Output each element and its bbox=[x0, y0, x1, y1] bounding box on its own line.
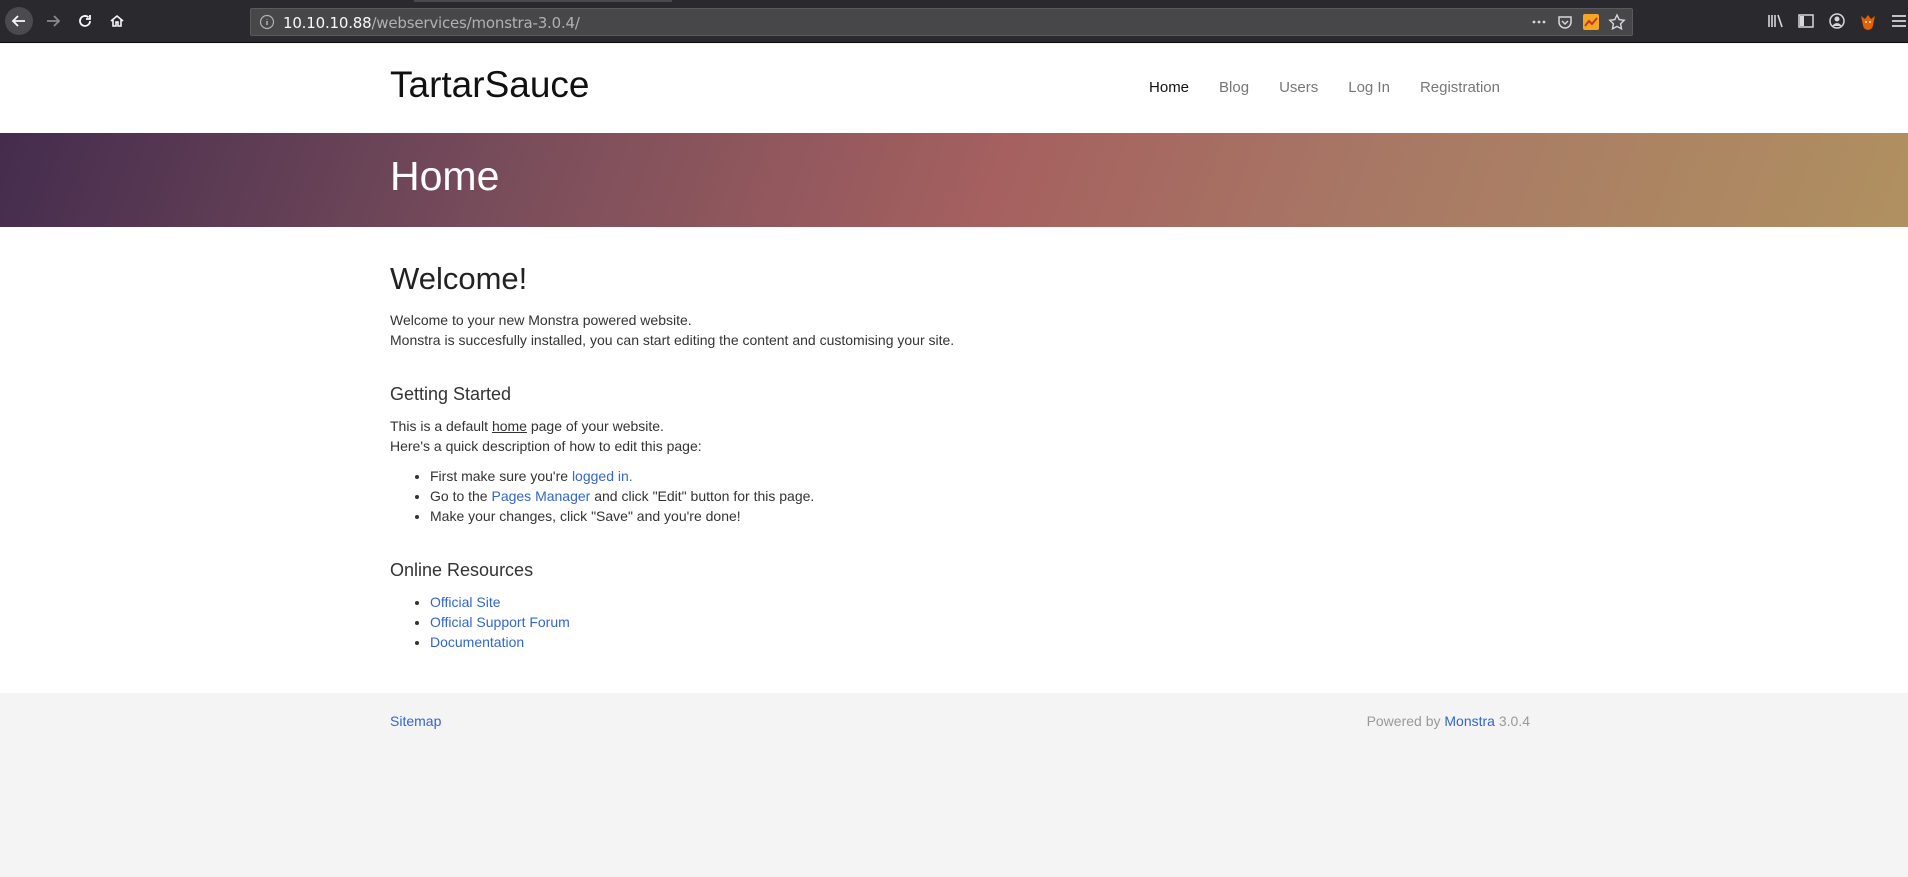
list-item: Go to the Pages Manager and click "Edit"… bbox=[430, 486, 1490, 506]
url-host: 10.10.10.88 bbox=[283, 14, 372, 32]
url-text[interactable]: 10.10.10.88/webservices/monstra-3.0.4/ bbox=[283, 14, 580, 32]
nav-blog[interactable]: Blog bbox=[1219, 79, 1249, 96]
pages-manager-link[interactable]: Pages Manager bbox=[491, 488, 590, 504]
online-resources-heading: Online Resources bbox=[390, 560, 534, 580]
main-nav: Home Blog Users Log In Registration bbox=[1149, 79, 1500, 96]
reload-button[interactable] bbox=[71, 7, 99, 35]
main-content: Welcome! Welcome to your new Monstra pow… bbox=[390, 260, 1490, 652]
text-fragment: and click "Edit" button for this page. bbox=[590, 488, 815, 504]
reload-icon bbox=[79, 15, 91, 27]
sitemap-link[interactable]: Sitemap bbox=[390, 713, 441, 729]
nav-login[interactable]: Log In bbox=[1348, 79, 1390, 96]
list-item: First make sure you're logged in. bbox=[430, 466, 1490, 486]
logged-in-link[interactable]: logged in. bbox=[572, 468, 633, 484]
list-item: Official Support Forum bbox=[430, 612, 1490, 632]
site-info-icon[interactable] bbox=[259, 14, 275, 30]
sidebar-icon[interactable] bbox=[1797, 12, 1815, 30]
site-footer: Sitemap Powered by Monstra 3.0.4 bbox=[0, 693, 1908, 877]
forward-button[interactable] bbox=[39, 7, 67, 35]
text-fragment: First make sure you're bbox=[430, 468, 572, 484]
home-icon bbox=[110, 14, 124, 27]
bookmark-star-icon[interactable] bbox=[1608, 13, 1626, 31]
intro-line-1: Welcome to your new Monstra powered webs… bbox=[390, 312, 692, 328]
support-forum-link[interactable]: Official Support Forum bbox=[430, 614, 570, 630]
nav-users[interactable]: Users bbox=[1279, 79, 1318, 96]
list-item: Make your changes, click "Save" and you'… bbox=[430, 506, 1490, 526]
resources-list: Official Site Official Support Forum Doc… bbox=[390, 592, 1490, 652]
extension-chart-icon[interactable] bbox=[1582, 13, 1600, 31]
getting-started-heading: Getting Started bbox=[390, 384, 512, 404]
home-term: home bbox=[491, 418, 527, 434]
text-fragment: Powered by bbox=[1366, 713, 1445, 729]
page-title: Home bbox=[390, 153, 500, 199]
nav-home[interactable]: Home bbox=[1149, 79, 1189, 96]
web-page: TartarSauce Home Blog Users Log In Regis… bbox=[0, 44, 1908, 877]
tab-indicator bbox=[414, 0, 672, 2]
welcome-heading: Welcome! bbox=[390, 261, 528, 296]
home-button[interactable] bbox=[103, 7, 131, 35]
browser-toolbar: 10.10.10.88/webservices/monstra-3.0.4/ bbox=[0, 0, 1908, 43]
getting-started-line-1: This is a default home page of your webs… bbox=[390, 416, 1490, 436]
menu-icon[interactable] bbox=[1890, 12, 1908, 30]
text-fragment: 3.0.4 bbox=[1494, 713, 1530, 729]
steps-list: First make sure you're logged in. Go to … bbox=[390, 466, 1490, 526]
list-item: Official Site bbox=[430, 592, 1490, 612]
documentation-link[interactable]: Documentation bbox=[430, 634, 524, 650]
forward-arrow-icon bbox=[47, 15, 61, 27]
getting-started-line-2: Here's a quick description of how to edi… bbox=[390, 438, 702, 454]
powered-by: Powered by Monstra 3.0.4 bbox=[1367, 713, 1530, 729]
foxyproxy-icon[interactable] bbox=[1859, 12, 1877, 30]
list-item: Documentation bbox=[430, 632, 1490, 652]
text-fragment: Go to the bbox=[430, 488, 492, 504]
library-icon[interactable] bbox=[1766, 12, 1784, 30]
url-path: /webservices/monstra-3.0.4/ bbox=[371, 14, 580, 32]
back-arrow-icon bbox=[11, 15, 25, 27]
back-button[interactable] bbox=[5, 7, 33, 35]
site-brand[interactable]: TartarSauce bbox=[390, 64, 590, 106]
page-actions-icon[interactable] bbox=[1530, 13, 1548, 31]
url-bar[interactable]: 10.10.10.88/webservices/monstra-3.0.4/ bbox=[250, 8, 1633, 36]
intro-line-2: Monstra is succesfully installed, you ca… bbox=[390, 332, 955, 348]
site-header: TartarSauce Home Blog Users Log In Regis… bbox=[0, 44, 1908, 133]
text-fragment: This is a default bbox=[390, 418, 492, 434]
official-site-link[interactable]: Official Site bbox=[430, 594, 501, 610]
hero-banner: Home bbox=[0, 133, 1908, 227]
text-fragment: page of your website. bbox=[526, 418, 664, 434]
pocket-icon[interactable] bbox=[1556, 13, 1574, 31]
monstra-link[interactable]: Monstra bbox=[1444, 713, 1495, 729]
account-icon[interactable] bbox=[1828, 12, 1846, 30]
nav-registration[interactable]: Registration bbox=[1420, 79, 1500, 96]
